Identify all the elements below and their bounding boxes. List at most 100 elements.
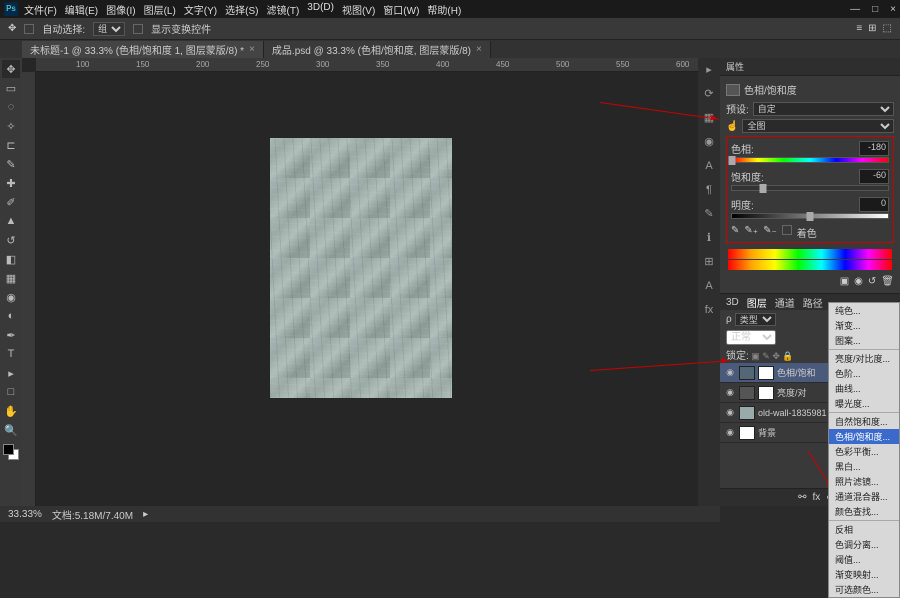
eyedrop-plus-icon[interactable]: ✎₊: [744, 225, 758, 240]
menu-3d[interactable]: 3D(D): [307, 2, 334, 17]
menu-item[interactable]: 色阶...: [829, 366, 899, 381]
close-icon[interactable]: ×: [890, 4, 896, 15]
zoom-tool[interactable]: 🔍: [2, 421, 20, 439]
eyedrop-minus-icon[interactable]: ✎₋: [763, 225, 777, 240]
blend-select[interactable]: 正常: [726, 330, 776, 345]
lig-slider[interactable]: [731, 213, 889, 219]
menu-item[interactable]: 渐变映射...: [829, 567, 899, 582]
minimize-icon[interactable]: —: [850, 4, 860, 15]
menu-item[interactable]: 色彩平衡...: [829, 444, 899, 459]
transform-checkbox[interactable]: [133, 24, 143, 34]
eye-icon[interactable]: ◉: [724, 407, 736, 418]
tab-1[interactable]: 未标题-1 @ 33.3% (色相/饱和度 1, 图层蒙版/8) *×: [22, 41, 264, 58]
lig-value[interactable]: 0: [859, 197, 889, 212]
range-select[interactable]: 全图: [742, 119, 894, 133]
history-tool[interactable]: ↺: [2, 231, 20, 249]
info-icon[interactable]: ℹ: [701, 230, 717, 246]
hand-tool[interactable]: ✋: [2, 402, 20, 420]
hue-slider[interactable]: [731, 157, 889, 163]
autoselect-target[interactable]: 组: [93, 22, 125, 36]
eyedropper-tool[interactable]: ✎: [2, 155, 20, 173]
type2-icon[interactable]: A: [701, 278, 717, 294]
blur-tool[interactable]: ◉: [2, 288, 20, 306]
menu-item[interactable]: 渐变...: [829, 318, 899, 333]
menu-item[interactable]: 色调分离...: [829, 537, 899, 552]
menu-type[interactable]: 文字(Y): [184, 2, 217, 17]
type-tool[interactable]: T: [2, 345, 20, 363]
menu-item[interactable]: 图案...: [829, 333, 899, 348]
menu-view[interactable]: 视图(V): [342, 2, 375, 17]
eyedrop-icon[interactable]: ✎: [731, 225, 739, 240]
menu-file[interactable]: 文件(F): [24, 2, 57, 17]
document-canvas[interactable]: [270, 138, 452, 398]
pen-tool[interactable]: ✒: [2, 326, 20, 344]
hand-range-icon[interactable]: ☝: [726, 121, 738, 132]
tab-3d[interactable]: 3D: [726, 297, 739, 308]
maximize-icon[interactable]: □: [872, 4, 878, 15]
menu-window[interactable]: 窗口(W): [383, 2, 419, 17]
color-swatches[interactable]: [3, 444, 19, 460]
sat-value[interactable]: -60: [859, 169, 889, 184]
reset-icon[interactable]: ↺: [868, 276, 876, 287]
menu-item[interactable]: 可选颜色...: [829, 582, 899, 597]
fx-icon[interactable]: fx: [813, 492, 821, 503]
brush-icon[interactable]: ✎: [701, 206, 717, 222]
align-icon[interactable]: ≡: [856, 23, 862, 34]
menu-item[interactable]: 自然饱和度...: [829, 414, 899, 429]
menu-filter[interactable]: 滤镜(T): [267, 2, 300, 17]
color-icon[interactable]: ◉: [701, 134, 717, 150]
menu-layer[interactable]: 图层(L): [144, 2, 176, 17]
char-icon[interactable]: A: [701, 158, 717, 174]
move-tool[interactable]: ✥: [2, 60, 20, 78]
menu-item[interactable]: 反相: [829, 522, 899, 537]
3dmode-icon[interactable]: ⬚: [883, 23, 892, 34]
clip-icon[interactable]: ▣: [840, 276, 849, 287]
tab-close-icon[interactable]: ×: [249, 44, 255, 55]
shape-tool[interactable]: □: [2, 383, 20, 401]
tab-paths[interactable]: 路径: [803, 295, 823, 310]
brush-tool[interactable]: ✐: [2, 193, 20, 211]
crop-tool[interactable]: ⊏: [2, 136, 20, 154]
filter-select[interactable]: 类型: [735, 313, 776, 326]
eraser-tool[interactable]: ◧: [2, 250, 20, 268]
stamp-tool[interactable]: ▲: [2, 212, 20, 230]
menu-item[interactable]: 曲线...: [829, 381, 899, 396]
menu-item[interactable]: 照片滤镜...: [829, 474, 899, 489]
zoom-level[interactable]: 33.33%: [8, 509, 42, 520]
tab-channels[interactable]: 通道: [775, 295, 795, 310]
path-tool[interactable]: ▸: [2, 364, 20, 382]
menu-item[interactable]: 色相/饱和度...: [829, 429, 899, 444]
menu-edit[interactable]: 编辑(E): [65, 2, 98, 17]
sat-slider[interactable]: [731, 185, 889, 191]
autoselect-checkbox[interactable]: [24, 24, 34, 34]
play-icon[interactable]: ▸: [701, 62, 717, 78]
tab-layers[interactable]: 图层: [747, 295, 767, 310]
tab-close-icon[interactable]: ×: [476, 44, 482, 55]
lasso-tool[interactable]: ◌: [2, 98, 20, 116]
wand-tool[interactable]: ✧: [2, 117, 20, 135]
heal-tool[interactable]: ✚: [2, 174, 20, 192]
menu-select[interactable]: 选择(S): [225, 2, 258, 17]
menu-item[interactable]: 通道混合器...: [829, 489, 899, 504]
menu-item[interactable]: 纯色...: [829, 303, 899, 318]
tab-2[interactable]: 成品.psd @ 33.3% (色相/饱和度, 图层蒙版/8)×: [264, 41, 491, 58]
menu-item[interactable]: 黑白...: [829, 459, 899, 474]
align-icon2[interactable]: ⊞: [868, 23, 876, 34]
menu-help[interactable]: 帮助(H): [427, 2, 461, 17]
trash-icon[interactable]: 🗑: [881, 276, 894, 287]
menu-item[interactable]: 亮度/对比度...: [829, 351, 899, 366]
preset-select[interactable]: 自定: [753, 102, 894, 116]
menu-image[interactable]: 图像(I): [106, 2, 135, 17]
marquee-tool[interactable]: ▭: [2, 79, 20, 97]
eye-icon[interactable]: ◉: [724, 427, 736, 438]
gradient-tool[interactable]: ▦: [2, 269, 20, 287]
hue-value[interactable]: -180: [859, 141, 889, 156]
dodge-tool[interactable]: ◐: [2, 307, 20, 325]
eye-icon[interactable]: ◉: [724, 367, 736, 378]
nav-icon[interactable]: ⊞: [701, 254, 717, 270]
menu-item[interactable]: 阈值...: [829, 552, 899, 567]
properties-tab[interactable]: 属性: [720, 58, 900, 76]
history-icon[interactable]: ⟳: [701, 86, 717, 102]
styles-icon[interactable]: fx: [701, 302, 717, 318]
view-icon[interactable]: ◉: [854, 276, 863, 287]
